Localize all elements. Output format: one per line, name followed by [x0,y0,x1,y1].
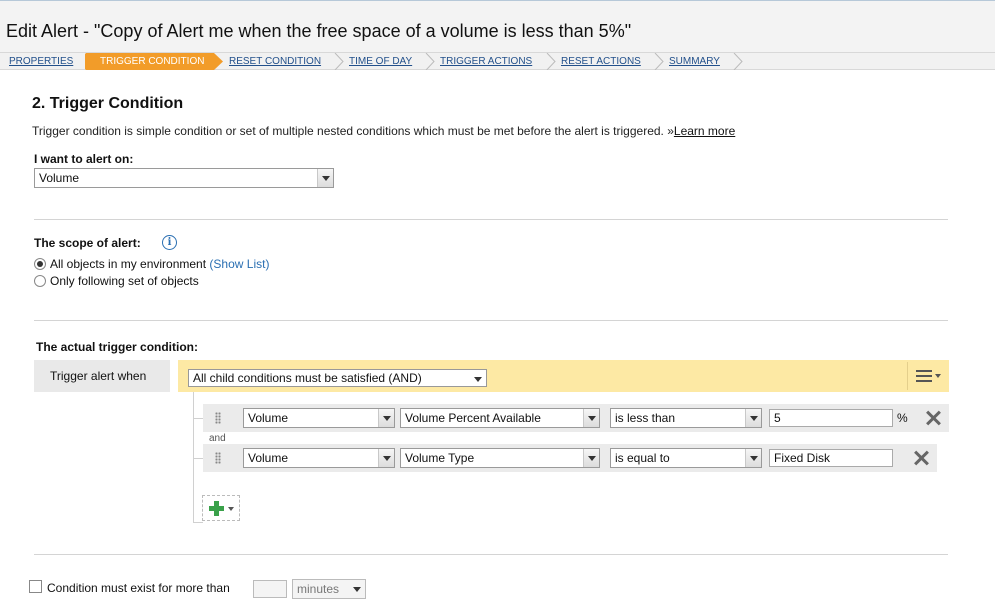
step-separator-icon [733,53,743,70]
close-icon[interactable] [925,410,941,426]
tree-connector [193,418,203,419]
step-properties[interactable]: PROPERTIES [9,53,73,70]
step-separator-icon [546,53,556,70]
condition-field-select[interactable]: Volume Percent Available [400,408,600,428]
wizard-steps: PROPERTIES TRIGGER CONDITION RESET CONDI… [0,52,995,70]
caret-down-icon [935,374,941,378]
step-reset-condition[interactable]: RESET CONDITION [229,53,321,70]
condition-row: Volume Volume Percent Available is less … [203,404,949,432]
description-text: Trigger condition is simple condition or… [32,124,674,138]
chevron-down-icon [378,449,394,467]
learn-more-link[interactable]: Learn more [674,124,735,138]
duration-unit-select[interactable]: minutes [292,579,366,599]
divider [34,219,948,220]
divider [34,320,948,321]
tree-connector [193,458,203,459]
alert-on-label: I want to alert on: [34,152,134,166]
drag-handle-icon[interactable] [215,412,221,424]
section-description: Trigger condition is simple condition or… [32,124,735,138]
condition-value-input[interactable]: Fixed Disk [769,449,893,467]
condition-operator-select[interactable]: is less than [610,408,762,428]
group-menu-button[interactable] [907,362,949,390]
condition-field-value: Volume Percent Available [405,411,541,425]
radio-unselected[interactable] [34,275,46,287]
add-condition-button[interactable] [202,495,240,521]
condition-field-value: Volume Type [405,451,475,465]
info-icon[interactable]: i [162,235,177,250]
condition-operator-value: is less than [615,411,676,425]
show-list-link[interactable]: (Show List) [209,257,269,271]
step-trigger-actions[interactable]: TRIGGER ACTIONS [440,53,532,70]
trigger-when-label: Trigger alert when [34,360,170,392]
step-separator-icon [425,53,435,70]
divider [34,554,948,555]
chevron-down-icon [745,409,761,427]
main-content: 2. Trigger Condition Trigger condition i… [0,70,995,608]
step-separator-icon [334,53,344,70]
condition-operator-value: is equal to [615,451,670,465]
chevron-down-icon [317,169,333,187]
chevron-down-icon [745,449,761,467]
page-title: Edit Alert - "Copy of Alert me when the … [0,0,995,52]
condition-object-value: Volume [248,451,289,465]
scope-option-following[interactable]: Only following set of objects [34,273,199,289]
condition-field-select[interactable]: Volume Type [400,448,600,468]
scope-label: The scope of alert: [34,236,141,250]
duration-unit-value: minutes [297,582,340,596]
tree-connector [193,392,194,522]
trigger-heading: The actual trigger condition: [36,340,199,354]
group-mode-value: All child conditions must be satisfied (… [193,371,422,385]
condition-unit: % [897,411,908,425]
duration-input[interactable] [253,580,287,598]
duration-checkbox[interactable] [29,580,42,593]
step-separator-icon [214,53,223,70]
close-icon[interactable] [913,450,929,466]
alert-on-select[interactable]: Volume [34,168,334,188]
step-trigger-condition[interactable]: TRIGGER CONDITION [86,53,214,70]
tree-connector [193,522,203,523]
scope-option-label: Only following set of objects [50,274,199,288]
chevron-down-icon [583,409,599,427]
chevron-down-icon [378,409,394,427]
group-mode-select[interactable]: All child conditions must be satisfied (… [188,369,487,387]
step-summary[interactable]: SUMMARY [669,53,720,70]
section-title: 2. Trigger Condition [32,95,184,112]
chevron-down-icon [470,370,486,386]
radio-selected[interactable] [34,258,46,270]
drag-handle-icon[interactable] [215,452,221,464]
duration-label: Condition must exist for more than [47,581,230,595]
condition-object-select[interactable]: Volume [243,448,395,468]
scope-option-label: All objects in my environment [50,257,207,271]
step-reset-actions[interactable]: RESET ACTIONS [561,53,641,70]
menu-icon [916,370,932,382]
alert-on-value: Volume [39,171,80,185]
trigger-group-bar: All child conditions must be satisfied (… [178,360,949,392]
condition-operator-select[interactable]: is equal to [610,448,762,468]
chevron-down-icon [583,449,599,467]
plus-icon [209,501,224,516]
step-separator-icon [654,53,664,70]
chevron-down-icon [349,580,365,598]
conjunction-label: and [209,433,226,444]
step-time-of-day[interactable]: TIME OF DAY [349,53,412,70]
condition-value-input[interactable]: 5 [769,409,893,427]
caret-down-icon [228,507,234,511]
condition-row: Volume Volume Type is equal to Fixed Dis… [203,444,937,472]
scope-option-all[interactable]: All objects in my environment (Show List… [34,256,269,272]
condition-object-select[interactable]: Volume [243,408,395,428]
condition-object-value: Volume [248,411,289,425]
